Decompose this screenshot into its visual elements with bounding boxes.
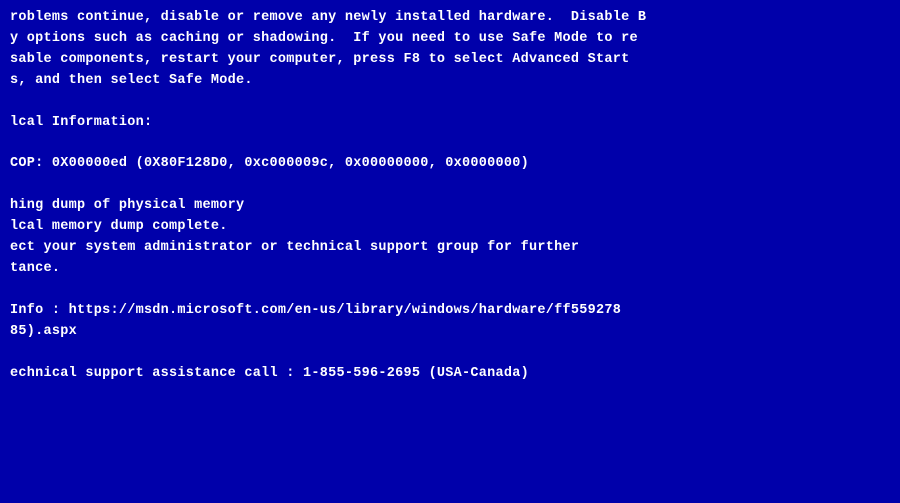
bsod-content: roblems continue, disable or remove any …: [0, 0, 900, 503]
bsod-screen: roblems continue, disable or remove any …: [0, 0, 900, 503]
